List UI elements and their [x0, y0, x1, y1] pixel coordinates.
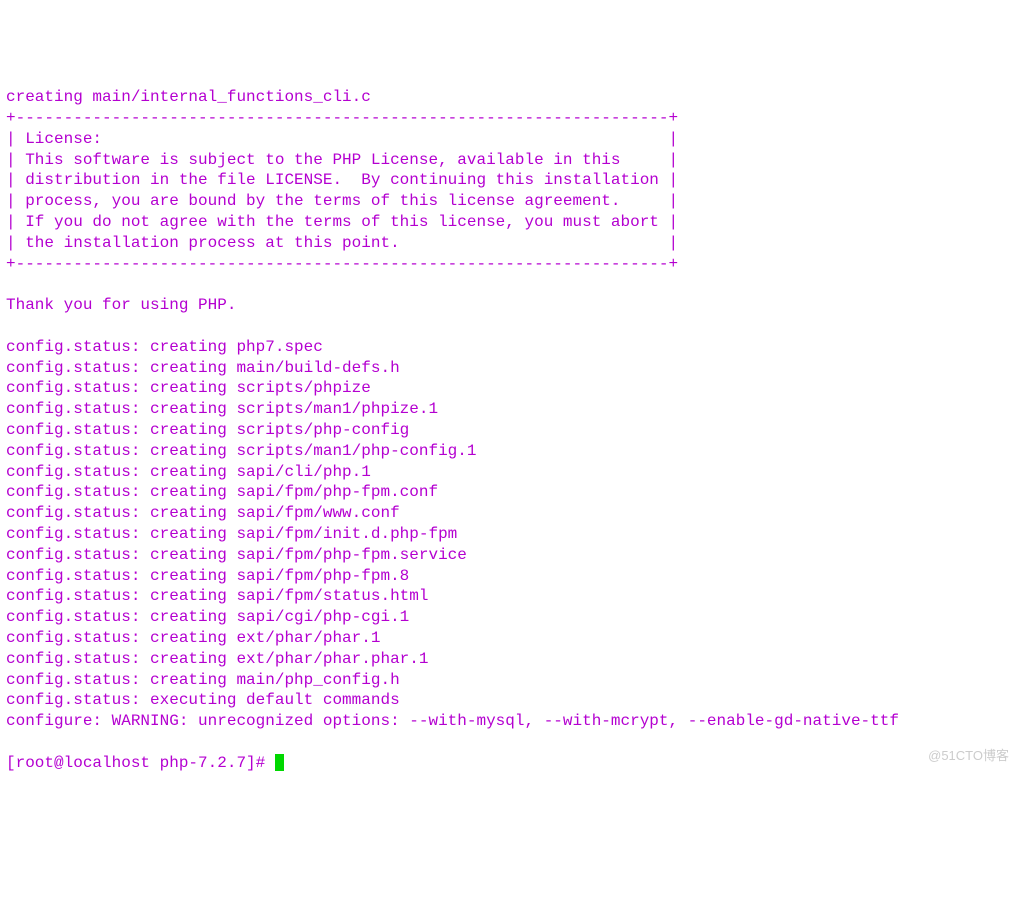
terminal-line: config.status: creating scripts/man1/php…: [6, 441, 1011, 462]
terminal-line: config.status: creating ext/phar/phar.ph…: [6, 649, 1011, 670]
watermark: @51CTO博客: [928, 748, 1009, 765]
terminal-line: | This software is subject to the PHP Li…: [6, 150, 1011, 171]
terminal-line: [6, 274, 1011, 295]
terminal-line: config.status: creating sapi/fpm/www.con…: [6, 503, 1011, 524]
terminal-line: +---------------------------------------…: [6, 254, 1011, 275]
terminal-line: | process, you are bound by the terms of…: [6, 191, 1011, 212]
terminal-line: creating main/internal_functions_cli.c: [6, 87, 1011, 108]
terminal-line: config.status: creating sapi/fpm/php-fpm…: [6, 482, 1011, 503]
cursor: [275, 754, 284, 771]
terminal-line: | distribution in the file LICENSE. By c…: [6, 170, 1011, 191]
terminal-line: | License: |: [6, 129, 1011, 150]
prompt-text: [root@localhost php-7.2.7]#: [6, 754, 275, 772]
terminal-line: Thank you for using PHP.: [6, 295, 1011, 316]
terminal-line: config.status: creating sapi/fpm/status.…: [6, 586, 1011, 607]
terminal-line: config.status: creating sapi/fpm/php-fpm…: [6, 566, 1011, 587]
terminal-line: [6, 316, 1011, 337]
terminal-line: config.status: creating sapi/fpm/php-fpm…: [6, 545, 1011, 566]
terminal-line: | the installation process at this point…: [6, 233, 1011, 254]
terminal-line: config.status: creating php7.spec: [6, 337, 1011, 358]
terminal-line: config.status: creating ext/phar/phar.1: [6, 628, 1011, 649]
terminal-line: config.status: creating main/php_config.…: [6, 670, 1011, 691]
terminal-output[interactable]: creating main/internal_functions_cli.c+-…: [6, 87, 1011, 732]
terminal-line: config.status: creating sapi/cgi/php-cgi…: [6, 607, 1011, 628]
terminal-line: config.status: executing default command…: [6, 690, 1011, 711]
terminal-line: configure: WARNING: unrecognized options…: [6, 711, 1011, 732]
terminal-line: +---------------------------------------…: [6, 108, 1011, 129]
terminal-line: config.status: creating sapi/cli/php.1: [6, 462, 1011, 483]
terminal-line: config.status: creating main/build-defs.…: [6, 358, 1011, 379]
terminal-line: | If you do not agree with the terms of …: [6, 212, 1011, 233]
terminal-line: config.status: creating sapi/fpm/init.d.…: [6, 524, 1011, 545]
terminal-line: config.status: creating scripts/php-conf…: [6, 420, 1011, 441]
prompt-line[interactable]: [root@localhost php-7.2.7]#: [6, 753, 1011, 774]
terminal-line: config.status: creating scripts/phpize: [6, 378, 1011, 399]
terminal-line: config.status: creating scripts/man1/php…: [6, 399, 1011, 420]
